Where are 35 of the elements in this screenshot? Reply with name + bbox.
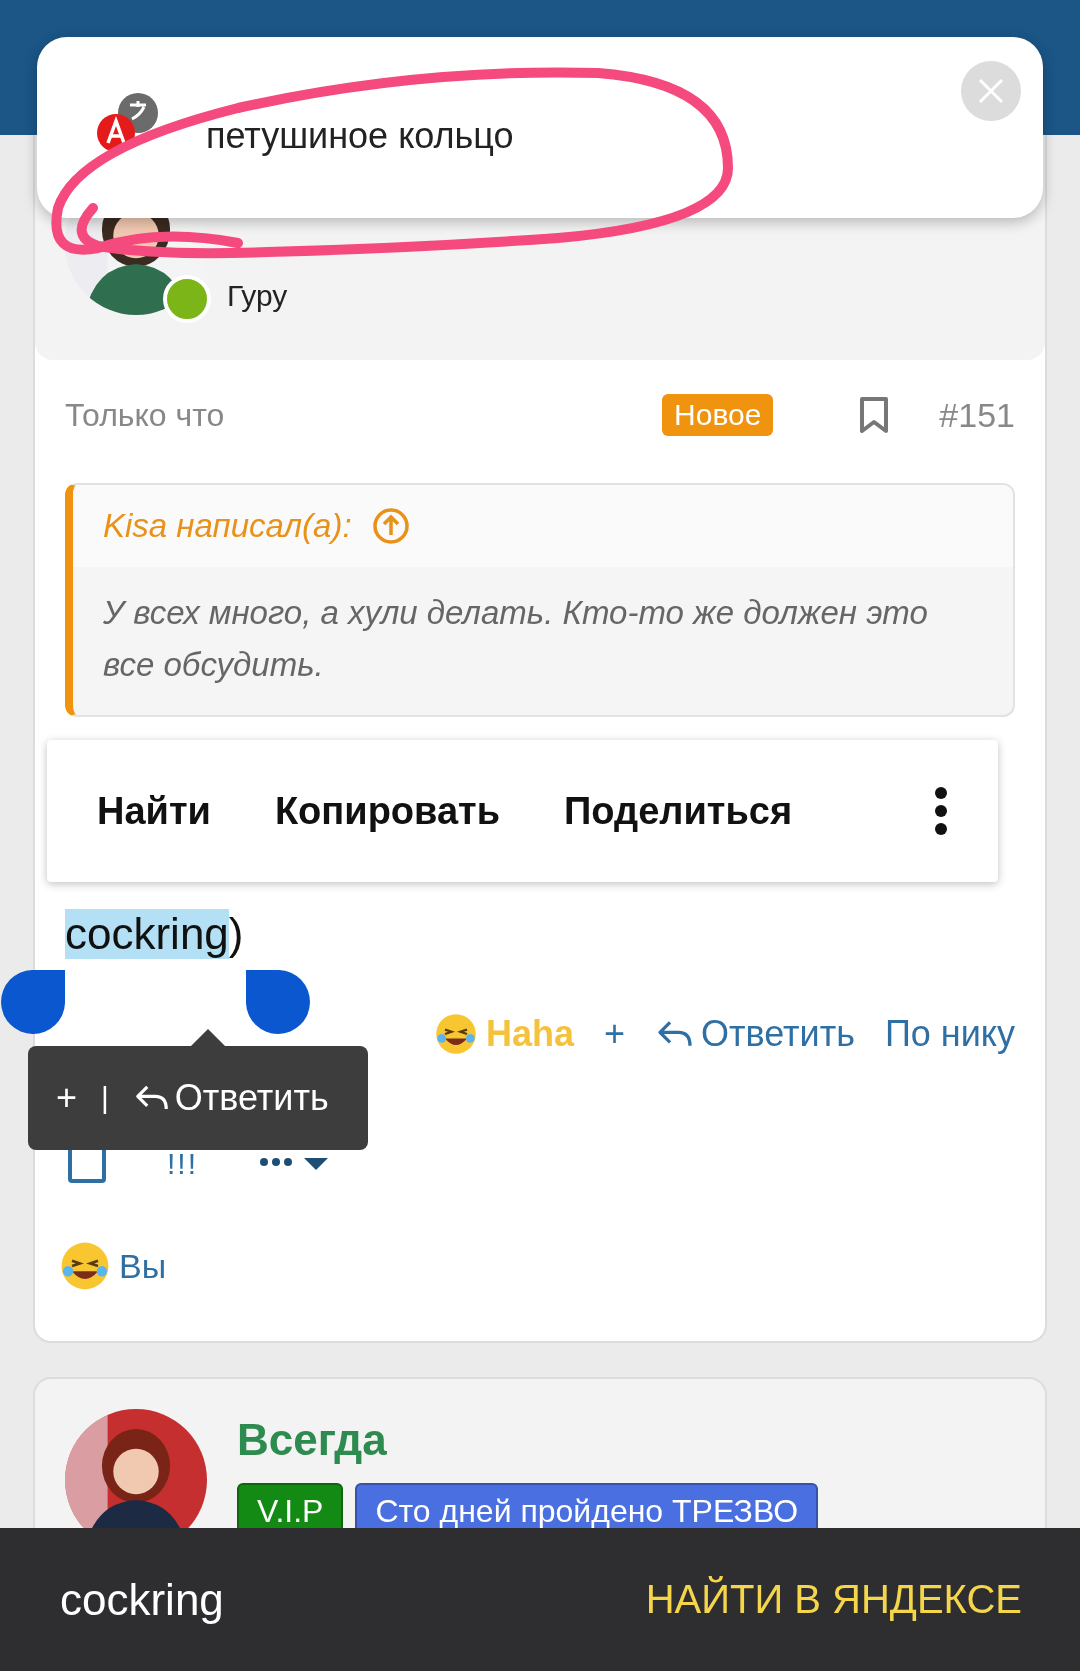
quote-text: У всех много, а хули делать. Кто-то же должен это все обсудить. <box>102 593 929 685</box>
reply-link[interactable]: Ответить <box>655 1013 855 1055</box>
report-link[interactable]: !!! <box>167 1147 198 1181</box>
post-time: Только что <box>65 396 226 434</box>
translate-icon <box>96 91 160 153</box>
user-rank: Гуру <box>227 279 288 313</box>
bookmark-icon[interactable] <box>859 396 890 434</box>
post-number[interactable]: #151 <box>939 395 1015 435</box>
menu-item[interactable]: Поделиться <box>564 789 793 833</box>
translation-text: петушиное кольцо <box>206 115 514 157</box>
online-status-icon <box>163 275 211 323</box>
author-name[interactable]: Всегда <box>237 1415 819 1465</box>
selected-text: cockring <box>65 909 229 959</box>
laughing-emoji-icon <box>434 1012 478 1056</box>
menu-item[interactable]: Найти <box>97 789 211 833</box>
laughing-emoji-icon <box>59 1240 111 1292</box>
selection-handle[interactable] <box>0 970 65 1036</box>
more-options-button[interactable] <box>934 786 948 836</box>
add-quote-button[interactable]: + <box>56 1077 78 1119</box>
reacted-users[interactable]: Вы <box>119 1246 167 1286</box>
quote-by-nick-link[interactable]: По нику <box>884 1013 1015 1055</box>
menu-item[interactable]: Копировать <box>274 789 501 833</box>
search-query: cockring <box>60 1574 224 1625</box>
user-badge: V.I.P <box>237 1483 344 1528</box>
reply-button[interactable]: Ответить <box>132 1077 329 1119</box>
post-text: ) <box>228 909 244 959</box>
add-reaction-link[interactable]: + <box>604 1013 626 1055</box>
separator: | <box>101 1081 109 1115</box>
selection-handle[interactable] <box>246 970 311 1036</box>
new-label: Новое <box>662 394 774 436</box>
more-vertical-icon <box>934 786 948 836</box>
search-yandex-link[interactable]: НАЙТИ В ЯНДЕКСЕ <box>645 1577 1022 1622</box>
user-badge: Сто дней пройдено ТРЕЗВО <box>355 1483 819 1528</box>
reaction-label: Haha <box>434 1012 575 1056</box>
close-icon <box>977 77 1005 105</box>
